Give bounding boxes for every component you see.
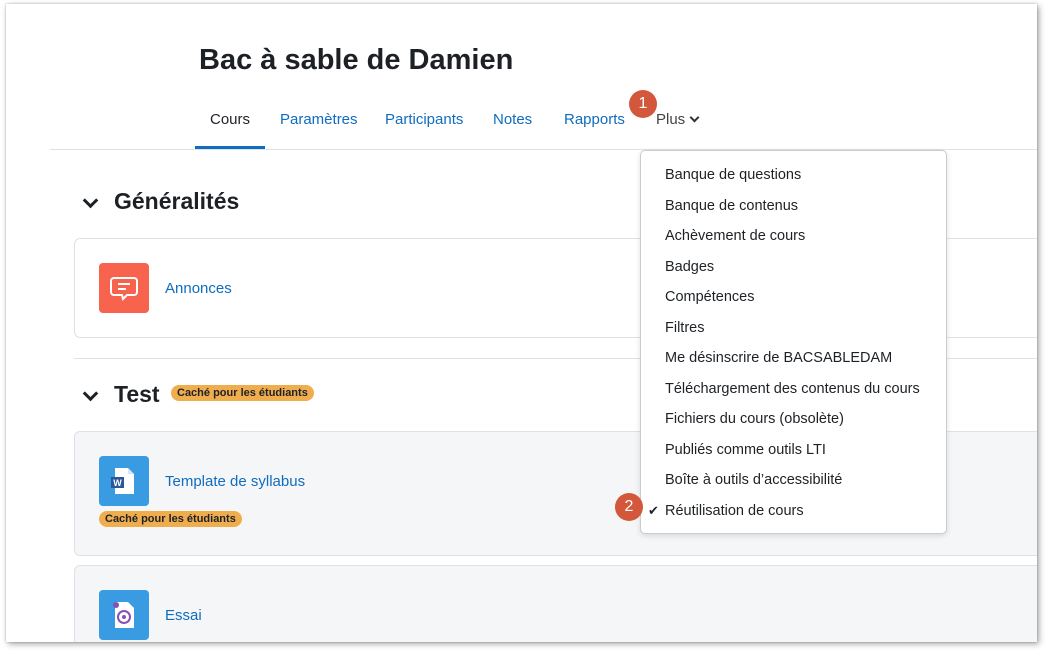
page-title: Bac à sable de Damien (199, 44, 514, 76)
assignment-icon (99, 590, 149, 640)
menu-item-reutilisation-de-cours[interactable]: Réutilisation de cours (665, 503, 804, 519)
activity-link-annonces[interactable]: Annonces (165, 280, 232, 297)
activity-link-essai[interactable]: Essai (165, 607, 202, 624)
menu-item-competences[interactable]: Compétences (665, 289, 754, 305)
callout-marker-1: 1 (629, 90, 657, 118)
tab-parametres[interactable]: Paramètres (280, 100, 358, 146)
menu-item-banque-de-contenus[interactable]: Banque de contenus (665, 198, 798, 214)
section-title-generalites: Généralités (114, 188, 240, 214)
section-collapse-icon[interactable] (82, 192, 99, 209)
hidden-status-badge: Caché pour les étudiants (171, 385, 314, 401)
course-nav: Cours Paramètres Participants Notes Rapp… (6, 100, 1037, 150)
tab-participants[interactable]: Participants (385, 100, 463, 146)
menu-item-boite-outils-accessibilite[interactable]: Boîte à outils d’accessibilité (665, 472, 842, 488)
menu-item-me-desinscrire[interactable]: Me désinscrire de BACSABLEDAM (665, 350, 892, 366)
menu-item-telechargement-contenus[interactable]: Téléchargement des contenus du cours (665, 381, 920, 397)
more-dropdown-menu: Banque de questions Banque de contenus A… (640, 150, 947, 534)
menu-item-filtres[interactable]: Filtres (665, 320, 704, 336)
course-page: Bac à sable de Damien Cours Paramètres P… (6, 4, 1037, 642)
callout-marker-2: 2 (615, 493, 643, 521)
tab-cours[interactable]: Cours (195, 100, 266, 149)
tab-notes[interactable]: Notes (493, 100, 532, 146)
menu-item-banque-de-questions[interactable]: Banque de questions (665, 167, 801, 183)
svg-text:W: W (113, 478, 122, 488)
tab-more-dropdown[interactable]: Plus (656, 100, 700, 146)
forum-icon (99, 263, 149, 313)
hidden-status-badge: Caché pour les étudiants (99, 511, 242, 527)
activity-link-template-de-syllabus[interactable]: Template de syllabus (165, 473, 305, 490)
tab-rapports[interactable]: Rapports (564, 100, 625, 146)
more-label: Plus (656, 111, 686, 128)
menu-item-badges[interactable]: Badges (665, 259, 714, 275)
activity-card: Essai (74, 565, 1037, 642)
check-icon: ✔ (648, 503, 659, 518)
menu-item-publies-outils-lti[interactable]: Publiés comme outils LTI (665, 442, 826, 458)
chevron-down-icon (689, 112, 700, 123)
menu-item-achevement-de-cours[interactable]: Achèvement de cours (665, 228, 805, 244)
menu-item-fichiers-du-cours[interactable]: Fichiers du cours (obsolète) (665, 411, 844, 427)
section-title-test: Test (114, 381, 160, 407)
word-document-icon: W (99, 456, 149, 506)
section-collapse-icon[interactable] (82, 385, 99, 402)
